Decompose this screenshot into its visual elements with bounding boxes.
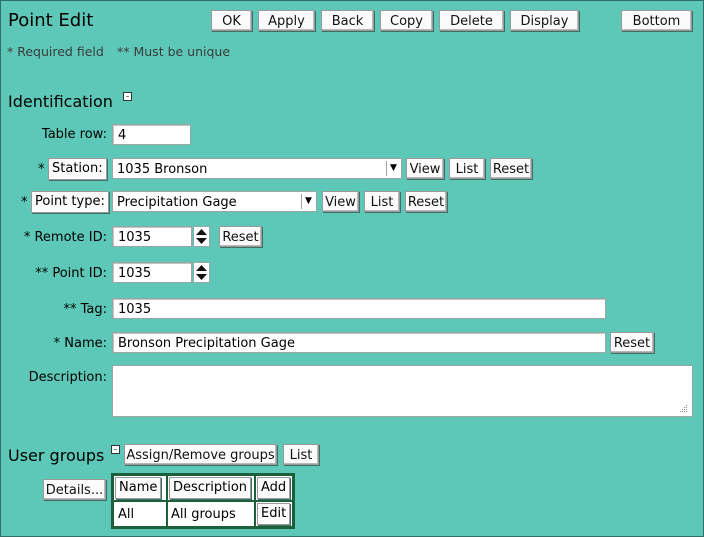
required-note: * Required field: [7, 44, 104, 59]
group-description-cell: All groups: [166, 500, 256, 529]
delete-button[interactable]: Delete: [439, 10, 504, 31]
user-groups-heading: User groups: [8, 446, 105, 465]
unique-note: ** Must be unique: [117, 44, 231, 59]
table-row: All All groups Edit: [111, 500, 295, 529]
description-column-header[interactable]: Description: [169, 477, 252, 499]
name-reset-button[interactable]: Reset: [610, 332, 654, 353]
table-header-row: Name Description Add: [111, 473, 295, 502]
point-type-required-marker: *: [21, 195, 28, 210]
point-type-reset-button[interactable]: Reset: [405, 191, 447, 212]
station-view-button[interactable]: View: [406, 158, 444, 179]
group-name-cell: All: [111, 500, 168, 529]
station-reset-button[interactable]: Reset: [490, 158, 532, 179]
remote-id-stepper[interactable]: [193, 226, 210, 247]
collapse-identification-icon[interactable]: –: [123, 92, 132, 101]
point-type-select-value: Precipitation Gage: [117, 195, 237, 210]
name-field[interactable]: Bronson Precipitation Gage: [112, 332, 606, 353]
resize-grip-icon[interactable]: [678, 405, 688, 413]
station-label-button[interactable]: Station:: [48, 158, 107, 180]
back-button[interactable]: Back: [321, 10, 374, 31]
remote-id-field[interactable]: 1035: [112, 226, 192, 247]
point-type-select[interactable]: Precipitation Gage ▼: [112, 191, 317, 212]
chevron-down-icon: ▼: [386, 161, 400, 176]
table-row-label: Table row:: [41, 127, 107, 142]
ok-button[interactable]: OK: [211, 10, 252, 31]
details-button[interactable]: Details...: [43, 479, 106, 500]
description-textarea[interactable]: [112, 365, 693, 417]
point-type-list-button[interactable]: List: [364, 191, 400, 212]
point-id-stepper[interactable]: [193, 262, 210, 283]
station-select[interactable]: 1035 Bronson ▼: [112, 158, 402, 179]
identification-heading: Identification: [8, 92, 113, 111]
point-type-view-button[interactable]: View: [322, 191, 359, 212]
point-id-field[interactable]: 1035: [112, 262, 192, 283]
edit-group-button[interactable]: Edit: [257, 503, 291, 525]
station-select-value: 1035 Bronson: [117, 162, 208, 177]
name-label: * Name:: [53, 336, 107, 351]
station-list-button[interactable]: List: [449, 158, 485, 179]
remote-id-label: * Remote ID:: [23, 230, 107, 245]
collapse-user-groups-icon[interactable]: –: [111, 445, 120, 454]
point-id-label: ** Point ID:: [35, 266, 107, 281]
display-button[interactable]: Display: [510, 10, 579, 31]
user-groups-table: Name Description Add All All groups Edit: [111, 473, 295, 529]
bottom-button[interactable]: Bottom: [621, 10, 692, 31]
chevron-down-icon: ▼: [301, 194, 315, 209]
name-column-header[interactable]: Name: [115, 477, 162, 499]
apply-button[interactable]: Apply: [258, 10, 315, 31]
station-required-marker: *: [38, 162, 45, 177]
tag-field[interactable]: 1035: [112, 298, 606, 319]
remote-id-reset-button[interactable]: Reset: [219, 226, 262, 247]
copy-button[interactable]: Copy: [380, 10, 433, 31]
table-row-field: 4: [112, 124, 191, 145]
user-groups-list-button[interactable]: List: [283, 444, 319, 465]
page-title: Point Edit: [8, 10, 94, 31]
assign-remove-groups-button[interactable]: Assign/Remove groups: [124, 444, 277, 465]
add-group-button[interactable]: Add: [257, 477, 291, 499]
tag-label: ** Tag:: [63, 302, 107, 317]
point-type-label-button[interactable]: Point type:: [31, 191, 109, 213]
description-label: Description:: [28, 370, 107, 385]
